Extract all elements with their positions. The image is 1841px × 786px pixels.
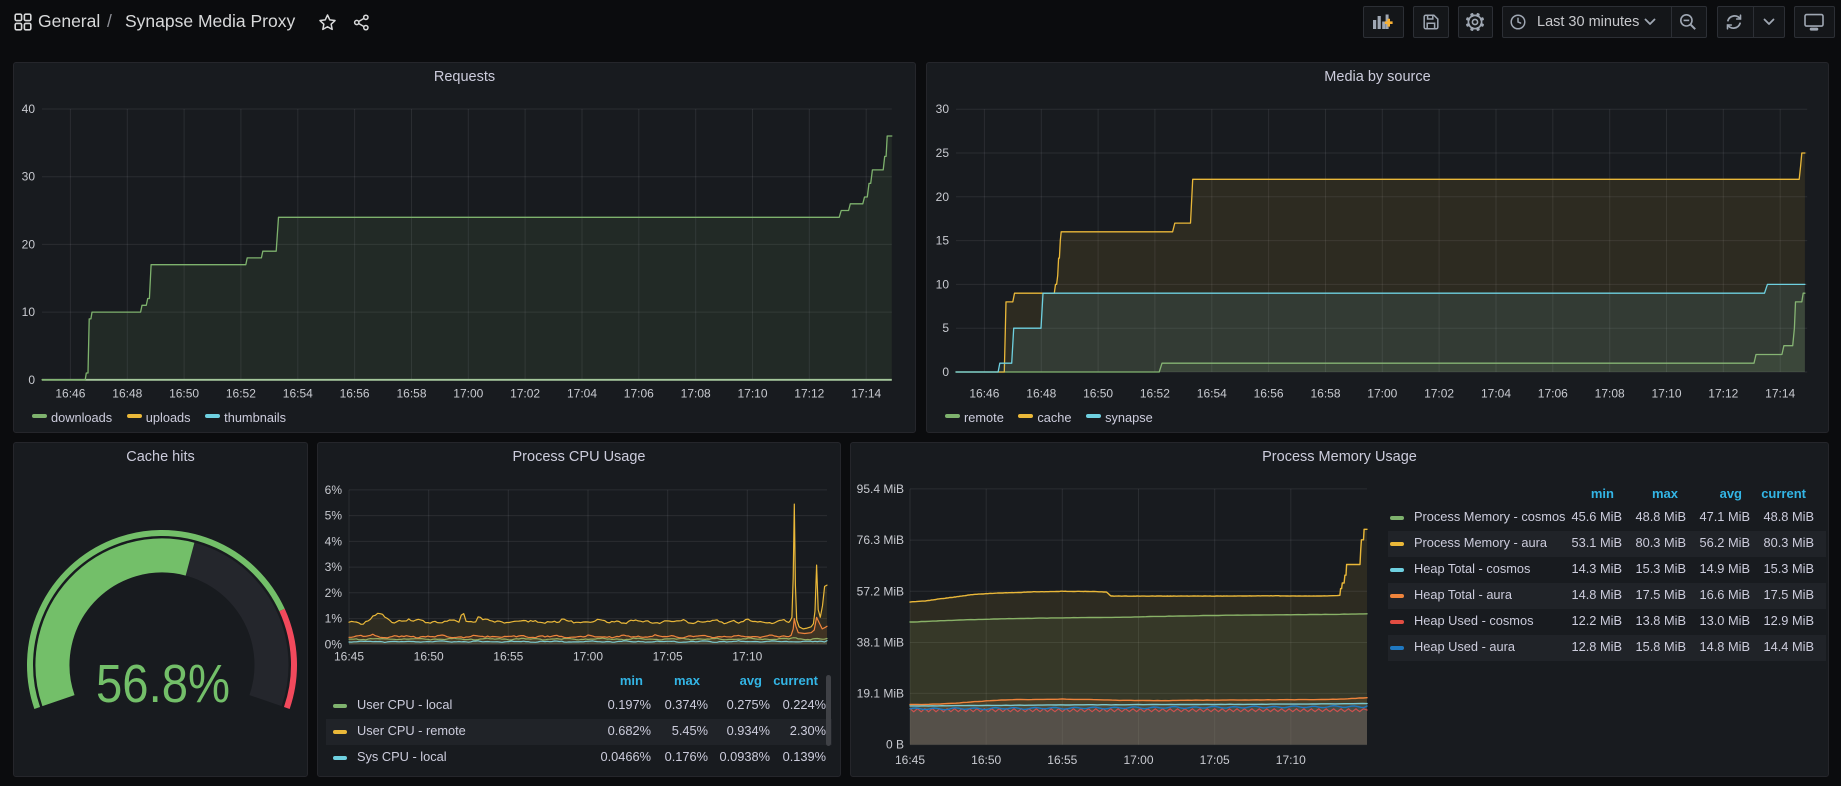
svg-text:16:58: 16:58 <box>396 387 426 401</box>
svg-text:38.1 MiB: 38.1 MiB <box>857 636 904 650</box>
svg-text:5%: 5% <box>325 509 343 523</box>
svg-text:17:00: 17:00 <box>1367 387 1397 401</box>
svg-text:17:00: 17:00 <box>1123 753 1153 767</box>
svg-text:30: 30 <box>936 102 950 116</box>
svg-text:17:08: 17:08 <box>681 387 711 401</box>
svg-text:17:00: 17:00 <box>453 387 483 401</box>
svg-text:5: 5 <box>942 321 949 335</box>
svg-text:0 B: 0 B <box>886 738 904 752</box>
svg-text:16:50: 16:50 <box>1083 387 1113 401</box>
svg-text:16:48: 16:48 <box>1026 387 1056 401</box>
svg-text:16:50: 16:50 <box>971 753 1001 767</box>
svg-text:16:54: 16:54 <box>283 387 313 401</box>
svg-text:2%: 2% <box>325 586 343 600</box>
svg-text:17:06: 17:06 <box>624 387 654 401</box>
svg-text:16:48: 16:48 <box>112 387 142 401</box>
svg-text:25: 25 <box>936 146 950 160</box>
svg-text:17:10: 17:10 <box>732 650 762 664</box>
svg-text:16:56: 16:56 <box>340 387 370 401</box>
svg-text:17:10: 17:10 <box>1651 387 1681 401</box>
svg-text:17:00: 17:00 <box>573 650 603 664</box>
svg-text:56.8%: 56.8% <box>96 654 230 714</box>
svg-text:17:02: 17:02 <box>1424 387 1454 401</box>
svg-text:16:46: 16:46 <box>55 387 85 401</box>
svg-text:0: 0 <box>942 365 949 379</box>
svg-text:4%: 4% <box>325 534 343 548</box>
svg-text:1%: 1% <box>325 612 343 626</box>
svg-text:0%: 0% <box>325 637 343 651</box>
svg-text:17:12: 17:12 <box>1708 387 1738 401</box>
svg-text:17:05: 17:05 <box>1200 753 1230 767</box>
svg-text:16:46: 16:46 <box>969 387 999 401</box>
svg-text:16:45: 16:45 <box>334 650 364 664</box>
svg-text:17:10: 17:10 <box>1276 753 1306 767</box>
svg-text:16:55: 16:55 <box>1047 753 1077 767</box>
svg-text:16:52: 16:52 <box>1140 387 1170 401</box>
svg-text:17:08: 17:08 <box>1595 387 1625 401</box>
svg-text:17:12: 17:12 <box>794 387 824 401</box>
svg-text:0: 0 <box>28 373 35 387</box>
svg-text:40: 40 <box>22 102 36 116</box>
svg-text:16:50: 16:50 <box>169 387 199 401</box>
svg-text:19.1 MiB: 19.1 MiB <box>857 686 904 700</box>
svg-text:16:50: 16:50 <box>414 650 444 664</box>
svg-text:16:45: 16:45 <box>895 753 925 767</box>
svg-text:17:10: 17:10 <box>737 387 767 401</box>
svg-text:10: 10 <box>22 305 36 319</box>
svg-text:6%: 6% <box>325 483 343 497</box>
svg-text:17:02: 17:02 <box>510 387 540 401</box>
svg-text:20: 20 <box>936 190 950 204</box>
svg-text:3%: 3% <box>325 560 343 574</box>
svg-text:57.2 MiB: 57.2 MiB <box>857 584 904 598</box>
svg-text:17:04: 17:04 <box>567 387 597 401</box>
svg-text:30: 30 <box>22 170 36 184</box>
svg-text:16:54: 16:54 <box>1197 387 1227 401</box>
svg-text:17:14: 17:14 <box>1765 387 1795 401</box>
svg-text:15: 15 <box>936 234 950 248</box>
svg-text:17:14: 17:14 <box>851 387 881 401</box>
svg-text:10: 10 <box>936 277 950 291</box>
svg-text:17:06: 17:06 <box>1538 387 1568 401</box>
svg-text:76.3 MiB: 76.3 MiB <box>857 533 904 547</box>
svg-text:17:05: 17:05 <box>653 650 683 664</box>
svg-text:16:58: 16:58 <box>1310 387 1340 401</box>
svg-text:20: 20 <box>22 237 36 251</box>
svg-text:16:56: 16:56 <box>1254 387 1284 401</box>
svg-text:17:04: 17:04 <box>1481 387 1511 401</box>
svg-text:16:52: 16:52 <box>226 387 256 401</box>
svg-text:16:55: 16:55 <box>493 650 523 664</box>
